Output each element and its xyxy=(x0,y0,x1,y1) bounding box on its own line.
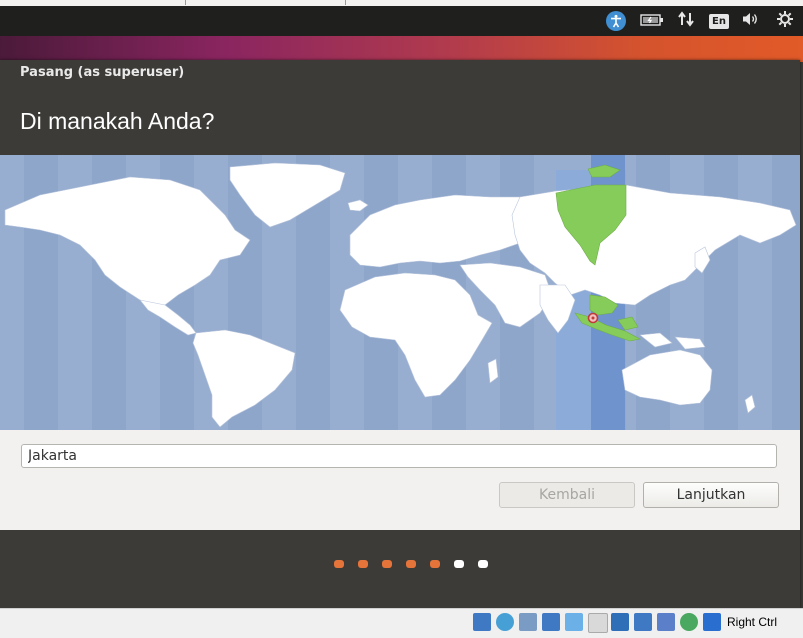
optical-drive-icon[interactable] xyxy=(496,613,514,631)
progress-dots xyxy=(0,560,800,568)
battery-icon xyxy=(640,12,664,31)
network-arrows-icon xyxy=(677,11,695,31)
progress-dot xyxy=(454,560,464,568)
host-key-label: Right Ctrl xyxy=(727,615,778,629)
progress-dot xyxy=(430,560,440,568)
progress-dot xyxy=(334,560,344,568)
top-strip-tick xyxy=(185,0,186,5)
top-strip-tick xyxy=(345,0,346,5)
timezone-map[interactable] xyxy=(0,155,800,430)
window-title: Pasang (as superuser) xyxy=(20,65,185,80)
landmass-australia xyxy=(621,349,713,406)
location-form: Kembali Lanjutkan xyxy=(0,430,800,530)
accessibility-indicator[interactable] xyxy=(604,10,628,32)
progress-dot xyxy=(358,560,368,568)
top-panel: En xyxy=(0,6,803,36)
installer-window: Pasang (as superuser) Di manakah Anda? J… xyxy=(0,60,800,608)
progress-dot xyxy=(406,560,416,568)
usb-icon[interactable] xyxy=(565,613,583,631)
location-marker xyxy=(587,312,599,324)
landmass-africa xyxy=(339,272,493,398)
back-button[interactable]: Kembali xyxy=(499,482,635,508)
landmass-new-zealand xyxy=(744,394,756,414)
page-title: Di manakah Anda? xyxy=(20,108,215,134)
network-indicator[interactable] xyxy=(676,10,696,32)
language-label: En xyxy=(709,13,729,29)
mouse-integration-icon[interactable] xyxy=(680,613,698,631)
world-map xyxy=(4,155,800,430)
virtualization-icon[interactable] xyxy=(657,613,675,631)
volume-indicator[interactable] xyxy=(740,10,762,32)
landmass-madagascar xyxy=(487,358,499,384)
storage-icon[interactable] xyxy=(473,613,491,631)
progress-dot xyxy=(478,560,488,568)
continue-button[interactable]: Lanjutkan xyxy=(643,482,779,508)
gear-icon xyxy=(776,10,794,32)
keyboard-capture-icon[interactable] xyxy=(703,613,721,631)
battery-indicator[interactable] xyxy=(640,10,664,32)
vm-status-bar: Right Ctrl xyxy=(0,608,803,638)
desktop-wallpaper xyxy=(0,36,803,62)
accessibility-icon xyxy=(606,11,626,31)
audio-icon[interactable] xyxy=(519,613,537,631)
video-capture-icon[interactable] xyxy=(634,613,652,631)
progress-dot xyxy=(382,560,392,568)
language-indicator[interactable]: En xyxy=(708,10,730,32)
settings-indicator[interactable] xyxy=(774,10,796,32)
location-input[interactable] xyxy=(21,444,777,468)
network-adapter-icon[interactable] xyxy=(542,613,560,631)
volume-icon xyxy=(741,11,761,31)
shared-folders-icon[interactable] xyxy=(588,613,608,633)
display-icon[interactable] xyxy=(611,613,629,631)
